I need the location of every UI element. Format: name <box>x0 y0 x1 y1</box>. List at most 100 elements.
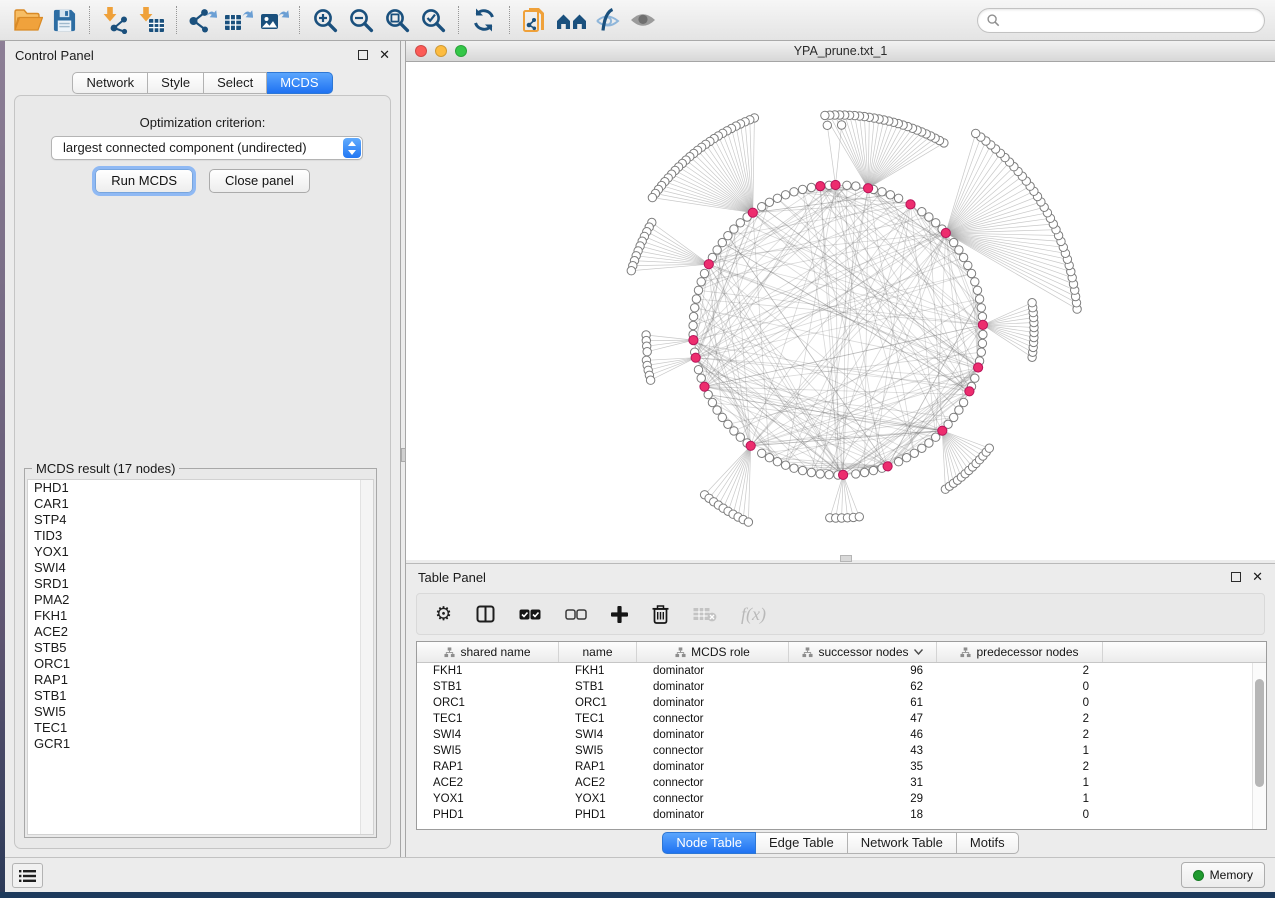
cell: dominator <box>637 729 789 741</box>
result-node[interactable]: SRD1 <box>28 576 373 592</box>
tab-node-table[interactable]: Node Table <box>662 832 756 854</box>
result-node[interactable]: TID3 <box>28 528 373 544</box>
status-bar: Memory <box>5 857 1275 892</box>
scrollbar-thumb[interactable] <box>1255 679 1264 787</box>
show-all-button[interactable] <box>625 4 661 36</box>
result-node[interactable]: PHD1 <box>28 480 373 496</box>
delete-column-button[interactable] <box>652 604 669 624</box>
column-header-MCDS-role[interactable]: MCDS role <box>637 642 789 662</box>
result-node[interactable]: STB1 <box>28 688 373 704</box>
table-close-icon[interactable]: ✕ <box>1252 572 1263 582</box>
import-table-icon <box>137 6 165 34</box>
column-label: name <box>582 645 612 659</box>
clear-selection-button[interactable] <box>565 609 587 620</box>
zoom-out-icon <box>348 7 375 34</box>
table-scrollbar[interactable] <box>1252 663 1266 829</box>
column-header-predecessor-nodes[interactable]: predecessor nodes <box>937 642 1103 662</box>
column-header-successor-nodes[interactable]: successor nodes <box>789 642 937 662</box>
cell: 0 <box>937 697 1103 709</box>
result-scrollbar[interactable] <box>360 480 373 834</box>
memory-status-icon <box>1193 870 1204 881</box>
search-box[interactable] <box>977 8 1265 33</box>
settings-button[interactable]: ⚙ <box>435 605 452 624</box>
mcds-result-title: MCDS result (17 nodes) <box>32 461 179 476</box>
result-node[interactable]: TEC1 <box>28 720 373 736</box>
close-window-icon[interactable] <box>415 45 427 57</box>
zoom-selected-button[interactable] <box>415 4 451 36</box>
table-row[interactable]: ACE2ACE2connector311 <box>417 775 1266 791</box>
table-row[interactable]: PHD1PHD1dominator180 <box>417 807 1266 823</box>
table-row[interactable]: TEC1TEC1connector472 <box>417 711 1266 727</box>
export-network-button[interactable] <box>184 4 220 36</box>
result-node[interactable]: RAP1 <box>28 672 373 688</box>
table-row[interactable]: SWI5SWI5connector431 <box>417 743 1266 759</box>
network-graph[interactable] <box>406 62 1275 560</box>
criterion-select[interactable]: largest connected component (undirected) <box>51 136 363 160</box>
result-node[interactable]: PMA2 <box>28 592 373 608</box>
cell: 46 <box>789 729 937 741</box>
search-input[interactable] <box>1005 13 1255 27</box>
table-float-icon[interactable] <box>1231 572 1241 582</box>
result-node[interactable]: FKH1 <box>28 608 373 624</box>
export-table-button[interactable] <box>220 4 256 36</box>
network-canvas[interactable] <box>406 62 1275 560</box>
save-session-button[interactable] <box>46 4 82 36</box>
tab-select[interactable]: Select <box>204 72 267 94</box>
table-row[interactable]: FKH1FKH1dominator962 <box>417 663 1266 679</box>
zoom-in-button[interactable] <box>307 4 343 36</box>
run-mcds-button[interactable]: Run MCDS <box>95 169 193 193</box>
new-network-from-selection-button[interactable] <box>517 4 553 36</box>
import-table-button[interactable] <box>133 4 169 36</box>
column-label: successor nodes <box>818 645 908 659</box>
close-panel-button[interactable]: Close panel <box>209 169 310 193</box>
mcds-result-list[interactable]: PHD1CAR1STP4TID3YOX1SWI4SRD1PMA2FKH1ACE2… <box>27 479 374 835</box>
zoom-out-button[interactable] <box>343 4 379 36</box>
table-row[interactable]: STB1STB1dominator620 <box>417 679 1266 695</box>
result-node[interactable]: CAR1 <box>28 496 373 512</box>
zoom-fit-button[interactable] <box>379 4 415 36</box>
table-tabs: Node TableEdge TableNetwork TableMotifs <box>662 832 1018 854</box>
cell: 0 <box>937 681 1103 693</box>
node-table[interactable]: shared name name MCDS role successor nodes p… <box>416 641 1267 830</box>
memory-button[interactable]: Memory <box>1181 862 1265 888</box>
close-panel-icon[interactable]: ✕ <box>379 50 390 60</box>
result-node[interactable]: YOX1 <box>28 544 373 560</box>
minimize-window-icon[interactable] <box>435 45 447 57</box>
add-column-button[interactable] <box>611 606 628 623</box>
result-node[interactable]: SWI4 <box>28 560 373 576</box>
result-node[interactable]: STP4 <box>28 512 373 528</box>
network-window-titlebar[interactable]: YPA_prune.txt_1 <box>406 41 1275 62</box>
table-row[interactable]: RAP1RAP1dominator352 <box>417 759 1266 775</box>
table-row[interactable]: YOX1YOX1connector291 <box>417 791 1266 807</box>
tab-style[interactable]: Style <box>148 72 204 94</box>
export-image-button[interactable] <box>256 4 292 36</box>
table-row[interactable]: SWI4SWI4dominator462 <box>417 727 1266 743</box>
cell: SWI5 <box>417 745 559 757</box>
cell: ACE2 <box>559 777 637 789</box>
task-history-button[interactable] <box>12 863 43 888</box>
select-all-button[interactable] <box>519 609 541 620</box>
result-node[interactable]: SWI5 <box>28 704 373 720</box>
tab-mcds[interactable]: MCDS <box>267 72 332 94</box>
result-node[interactable]: GCR1 <box>28 736 373 752</box>
tab-edge-table[interactable]: Edge Table <box>756 832 848 854</box>
result-node[interactable]: ACE2 <box>28 624 373 640</box>
tab-network[interactable]: Network <box>72 72 148 94</box>
split-columns-button[interactable] <box>476 605 495 623</box>
hide-selected-button[interactable] <box>589 4 625 36</box>
tab-network-table[interactable]: Network Table <box>848 832 957 854</box>
column-header-shared-name[interactable]: shared name <box>417 642 559 662</box>
table-row[interactable]: ORC1ORC1dominator610 <box>417 695 1266 711</box>
float-panel-icon[interactable] <box>358 50 368 60</box>
tab-motifs[interactable]: Motifs <box>957 832 1019 854</box>
horizontal-splitter-grip[interactable] <box>840 555 852 562</box>
column-header-name[interactable]: name <box>559 642 637 662</box>
cell: FKH1 <box>417 665 559 677</box>
first-neighbors-button[interactable] <box>553 4 589 36</box>
open-file-button[interactable] <box>10 4 46 36</box>
maximize-window-icon[interactable] <box>455 45 467 57</box>
import-network-button[interactable] <box>97 4 133 36</box>
result-node[interactable]: ORC1 <box>28 656 373 672</box>
result-node[interactable]: STB5 <box>28 640 373 656</box>
refresh-button[interactable] <box>466 4 502 36</box>
